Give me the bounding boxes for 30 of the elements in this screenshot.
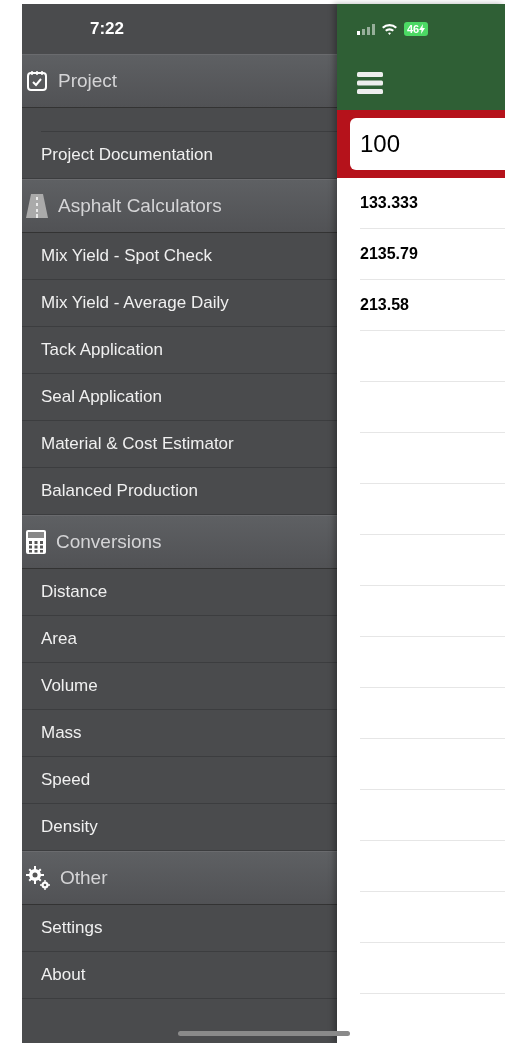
calculator-icon [26, 530, 46, 554]
menu-item[interactable]: Mass [22, 710, 337, 757]
input-field[interactable]: 100 [350, 118, 505, 170]
status-time: 7:22 [90, 18, 125, 41]
battery-level: 46 [407, 22, 420, 36]
menu-item[interactable]: Volume [22, 663, 337, 710]
result-value: 213.58 [360, 280, 505, 331]
menu-item[interactable]: Distance [22, 569, 337, 616]
menu-item[interactable]: Mix Yield - Spot Check [22, 233, 337, 280]
menu-item[interactable]: Mix Yield - Average Daily [22, 280, 337, 327]
menu-item[interactable]: Area [22, 616, 337, 663]
section-header[interactable]: Asphalt Calculators [22, 179, 337, 233]
menu-item[interactable]: Speed [22, 757, 337, 804]
section-header[interactable]: Project [22, 54, 337, 108]
road-icon [26, 194, 48, 218]
charging-icon [419, 24, 426, 34]
gears-icon [26, 866, 50, 890]
menu-item[interactable]: About [22, 952, 337, 999]
section-header[interactable]: Conversions [22, 515, 337, 569]
menu-item[interactable]: Material & Cost Estimator [22, 421, 337, 468]
menu-item[interactable]: Tack Application [22, 327, 337, 374]
menu-item[interactable]: Seal Application [22, 374, 337, 421]
section-header[interactable]: Other [22, 851, 337, 905]
wifi-icon [381, 23, 398, 35]
calendar-icon [26, 70, 48, 92]
menu-icon[interactable] [357, 72, 383, 94]
signal-icon [357, 23, 375, 35]
result-value: 2135.79 [360, 229, 505, 280]
result-value: 133.333 [360, 178, 505, 229]
menu-item[interactable]: Settings [22, 905, 337, 952]
